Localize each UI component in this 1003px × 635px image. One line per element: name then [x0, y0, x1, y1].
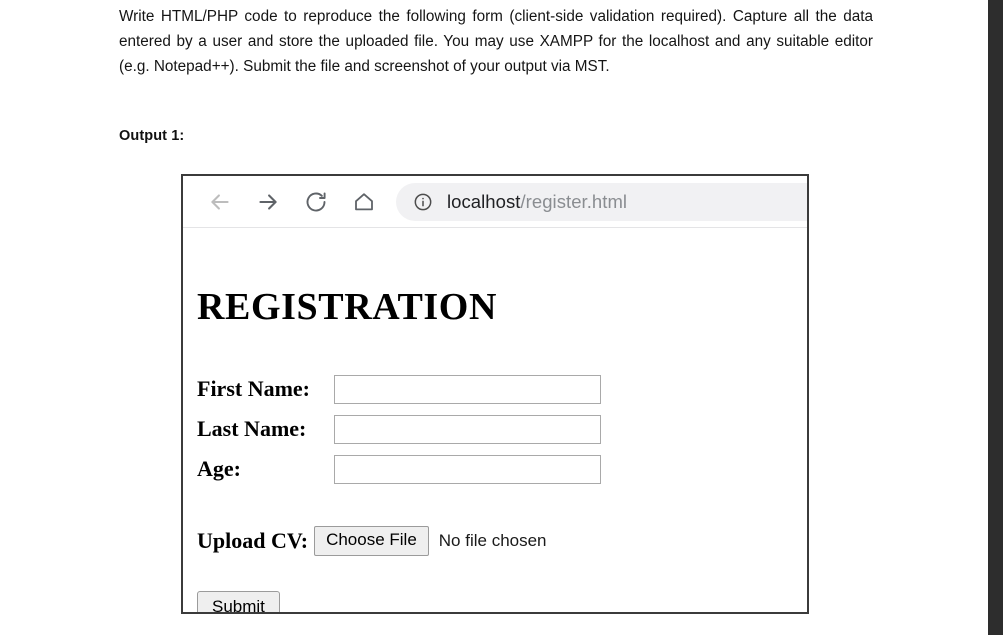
form-row-first-name: First Name: [197, 369, 777, 409]
reload-icon [304, 190, 328, 214]
file-status-text: No file chosen [438, 531, 547, 550]
navigation-button-group [183, 182, 388, 222]
rendered-web-page: REGISTRATION First Name: Last Name: Age:… [183, 228, 807, 612]
registration-form: First Name: Last Name: Age: Upload CV: C… [197, 369, 777, 612]
last-name-input[interactable] [334, 414, 601, 444]
forward-arrow-icon [255, 189, 281, 215]
address-bar[interactable]: localhost/register.html [396, 182, 807, 221]
back-button[interactable] [196, 182, 244, 222]
page-edge-strip [988, 0, 1003, 635]
first-name-label: First Name: [197, 376, 311, 401]
form-spacer [197, 489, 777, 523]
age-label: Age: [197, 456, 241, 481]
form-row-submit: Submit [197, 591, 777, 612]
choose-file-button[interactable]: Choose File [314, 526, 429, 556]
last-name-label: Last Name: [197, 416, 307, 441]
info-circle-icon[interactable] [413, 192, 433, 212]
home-button[interactable] [340, 182, 388, 222]
page-title: REGISTRATION [197, 286, 498, 328]
form-row-upload-cv: Upload CV: Choose File No file chosen [197, 523, 777, 559]
form-row-age: Age: [197, 449, 777, 489]
address-bar-url: localhost/register.html [447, 191, 627, 213]
url-host: localhost [447, 190, 521, 212]
question-text: Write HTML/PHP code to reproduce the fol… [119, 8, 873, 75]
upload-cv-label: Upload CV: [197, 528, 309, 553]
form-row-last-name: Last Name: [197, 409, 777, 449]
submit-button[interactable]: Submit [197, 591, 280, 612]
browser-window-mockup: localhost/register.html REGISTRATION Fir… [181, 174, 809, 614]
first-name-input[interactable] [334, 374, 601, 404]
home-icon [352, 190, 376, 214]
question-prompt-block: Write HTML/PHP code to reproduce the fol… [119, 4, 873, 79]
output-label: Output 1: [119, 128, 185, 144]
url-path: /register.html [520, 190, 628, 212]
age-input[interactable] [334, 454, 601, 484]
browser-toolbar: localhost/register.html [183, 176, 807, 228]
reload-button[interactable] [292, 182, 340, 222]
forward-button[interactable] [244, 182, 292, 222]
back-arrow-icon [207, 189, 233, 215]
